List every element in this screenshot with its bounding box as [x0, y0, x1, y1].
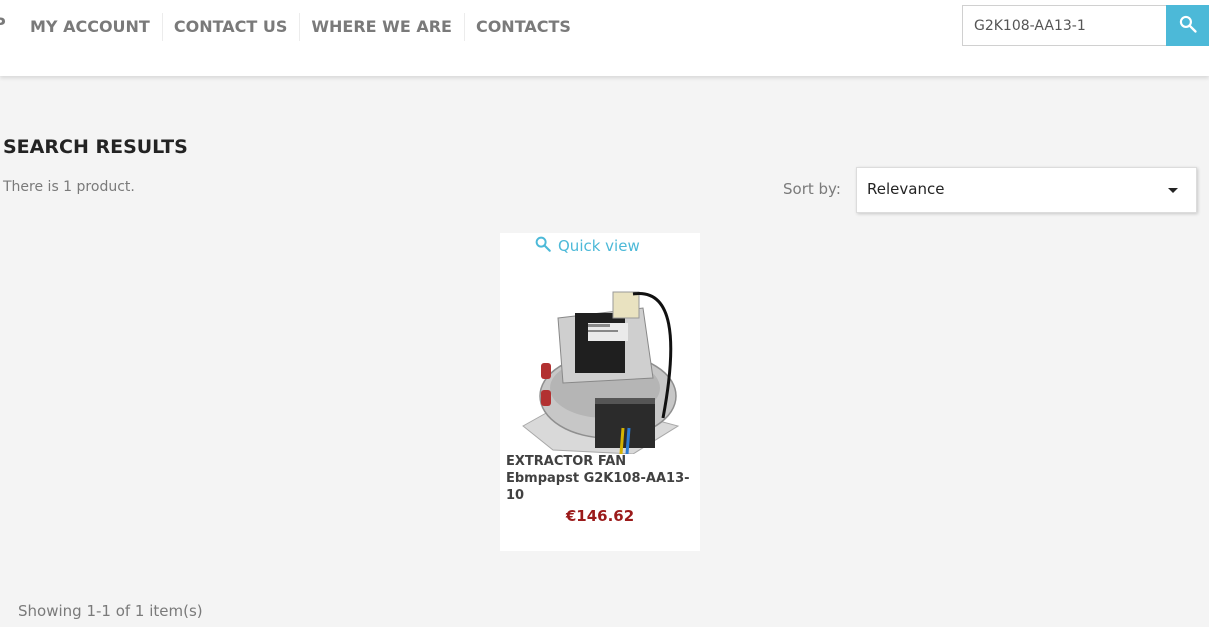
quick-view-label: Quick view [558, 237, 640, 255]
product-count-text: There is 1 product. [3, 179, 135, 195]
search-input[interactable] [962, 5, 1167, 46]
nav-item-contact-us[interactable]: CONTACT US [161, 13, 300, 41]
product-image[interactable] [513, 278, 683, 455]
page-title: SEARCH RESULTS [3, 136, 188, 158]
product-card[interactable]: Quick view EXTRACTOR FAN Ebmpapst G2K108… [500, 233, 700, 551]
search-button[interactable] [1166, 5, 1209, 46]
sort-label: Sort by: [783, 180, 841, 198]
sort-dropdown[interactable]: Relevance [856, 167, 1197, 213]
quick-view-link[interactable]: Quick view [534, 235, 640, 257]
search-icon [1178, 14, 1198, 37]
nav-item-where-we-are[interactable]: WHERE WE ARE [299, 13, 464, 41]
sort-selected-value: Relevance [867, 180, 945, 198]
nav-item-my-account[interactable]: MY ACCOUNT [19, 13, 162, 41]
search-icon [534, 235, 552, 257]
product-name[interactable]: EXTRACTOR FAN Ebmpapst G2K108-AA13-10 [506, 453, 700, 504]
header-bar: P MY ACCOUNT CONTACT US WHERE WE ARE CON… [0, 0, 1209, 76]
caret-down-icon [1168, 188, 1178, 193]
nav-item-partial[interactable]: P [0, 14, 6, 33]
main-nav: MY ACCOUNT CONTACT US WHERE WE ARE CONTA… [19, 13, 583, 41]
product-price: €146.62 [565, 507, 635, 525]
pagination-summary: Showing 1-1 of 1 item(s) [18, 602, 203, 620]
nav-item-contacts[interactable]: CONTACTS [463, 13, 583, 41]
